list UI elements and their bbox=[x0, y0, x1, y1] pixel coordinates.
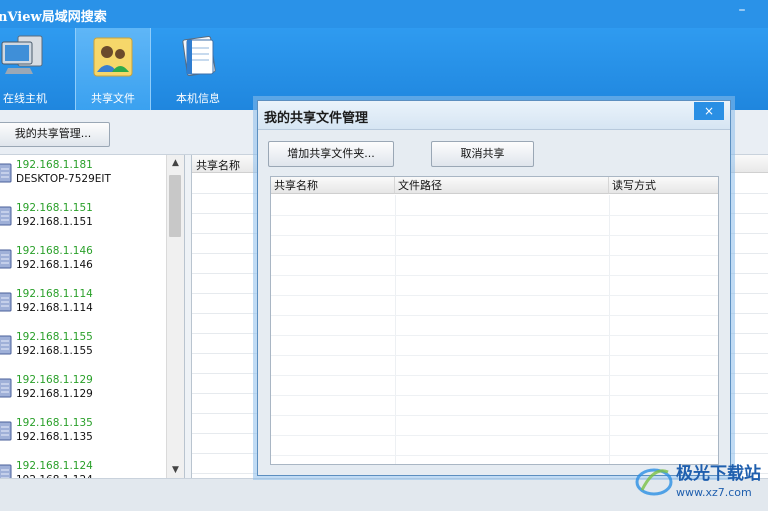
row-separator bbox=[271, 415, 718, 416]
cancel-share-button[interactable]: 取消共享 bbox=[431, 141, 534, 167]
watermark-url: www.xz7.com bbox=[676, 486, 752, 499]
host-ip: 192.168.1.146 bbox=[16, 245, 93, 257]
add-share-folder-button[interactable]: 增加共享文件夹... bbox=[268, 141, 394, 167]
host-name: 192.168.1.114 bbox=[16, 302, 93, 314]
host-ip: 192.168.1.181 bbox=[16, 159, 93, 171]
minimize-button[interactable]: – bbox=[734, 3, 750, 19]
host-ip: 192.168.1.129 bbox=[16, 374, 93, 386]
dialog-title: 我的共享文件管理 bbox=[264, 111, 369, 126]
host-ip: 192.168.1.114 bbox=[16, 288, 93, 300]
row-separator bbox=[271, 335, 718, 336]
server-icon bbox=[0, 464, 12, 478]
app-title: nView局域网搜索 bbox=[0, 10, 107, 25]
watermark-logo-icon bbox=[635, 468, 673, 496]
toolbar-shared-files[interactable]: 共享文件 bbox=[75, 28, 151, 110]
host-ip: 192.168.1.135 bbox=[16, 417, 93, 429]
row-separator bbox=[271, 395, 718, 396]
row-separator bbox=[271, 315, 718, 316]
row-separator bbox=[271, 295, 718, 296]
column-share-name[interactable]: 共享名称 bbox=[196, 157, 240, 173]
toolbar-label: 本机信息 bbox=[176, 92, 220, 105]
toolbar-local-info[interactable]: 本机信息 bbox=[161, 28, 235, 110]
scroll-thumb[interactable] bbox=[169, 175, 181, 237]
host-list-scrollbar[interactable]: ▲ ▼ bbox=[166, 155, 184, 478]
server-icon bbox=[0, 206, 12, 226]
host-name: 192.168.1.129 bbox=[16, 388, 93, 400]
row-separator bbox=[271, 375, 718, 376]
row-separator bbox=[271, 435, 718, 436]
host-list-item[interactable]: 192.168.1.114 192.168.1.114 bbox=[0, 286, 166, 320]
column-file-path[interactable]: 文件路径 bbox=[395, 177, 609, 194]
host-list: 192.168.1.181 DESKTOP-7529EIT 192.168.1.15… bbox=[0, 155, 185, 478]
share-table: 共享名称 文件路径 读写方式 bbox=[270, 176, 719, 465]
row-separator bbox=[271, 235, 718, 236]
host-name: DESKTOP-7529EIT bbox=[16, 173, 111, 185]
server-icon bbox=[0, 163, 12, 183]
host-name: 192.168.1.155 bbox=[16, 345, 93, 357]
host-ip: 192.168.1.155 bbox=[16, 331, 93, 343]
server-icon bbox=[0, 378, 12, 398]
host-ip: 192.168.1.151 bbox=[16, 202, 93, 214]
server-icon bbox=[0, 421, 12, 441]
server-icon bbox=[0, 335, 12, 355]
column-share-name[interactable]: 共享名称 bbox=[271, 177, 395, 194]
main-toolbar: 在线主机 共享文件 本机信息 bbox=[0, 28, 768, 110]
row-separator bbox=[271, 355, 718, 356]
my-share-manage-button[interactable]: 我的共享管理... bbox=[0, 122, 110, 147]
host-name: 192.168.1.146 bbox=[16, 259, 93, 271]
toolbar-label: 共享文件 bbox=[91, 92, 135, 105]
scroll-up-arrow-icon[interactable]: ▲ bbox=[167, 155, 184, 171]
notebook-icon bbox=[182, 35, 216, 77]
server-icon bbox=[0, 292, 12, 312]
host-list-item[interactable]: 192.168.1.181 DESKTOP-7529EIT bbox=[0, 157, 166, 191]
title-bar: nView局域网搜索 – bbox=[0, 0, 768, 28]
host-list-item[interactable]: 192.168.1.129 192.168.1.129 bbox=[0, 372, 166, 406]
row-separator bbox=[271, 275, 718, 276]
host-list-item[interactable]: 192.168.1.151 192.168.1.151 bbox=[0, 200, 166, 234]
row-separator bbox=[271, 455, 718, 456]
scroll-down-arrow-icon[interactable]: ▼ bbox=[167, 462, 184, 478]
server-icon bbox=[0, 249, 12, 269]
dialog-title-bar: 我的共享文件管理 × bbox=[258, 101, 730, 130]
toolbar-online-hosts[interactable]: 在线主机 bbox=[0, 28, 62, 110]
toolbar-label: 在线主机 bbox=[3, 92, 47, 105]
column-rw-mode[interactable]: 读写方式 bbox=[609, 177, 718, 194]
host-list-item[interactable]: 192.168.1.124192.168.1.124 bbox=[0, 458, 166, 478]
users-share-icon bbox=[93, 37, 133, 77]
host-name: 192.168.1.151 bbox=[16, 216, 93, 228]
host-ip: 192.168.1.124 bbox=[16, 460, 93, 472]
row-separator bbox=[271, 255, 718, 256]
share-manage-dialog: 我的共享文件管理 × 增加共享文件夹... 取消共享 共享名称 文件路径 读写方… bbox=[257, 100, 731, 476]
host-name: 192.168.1.135 bbox=[16, 431, 93, 443]
watermark-brand: 极光下载站 bbox=[676, 464, 761, 484]
row-separator bbox=[271, 215, 718, 216]
host-list-item[interactable]: 192.168.1.146 192.168.1.146 bbox=[0, 243, 166, 277]
monitor-icon bbox=[1, 35, 43, 74]
host-list-item[interactable]: 192.168.1.135 192.168.1.135 bbox=[0, 415, 166, 449]
host-list-item[interactable]: 192.168.1.155 192.168.1.155 bbox=[0, 329, 166, 363]
close-icon[interactable]: × bbox=[694, 102, 724, 120]
